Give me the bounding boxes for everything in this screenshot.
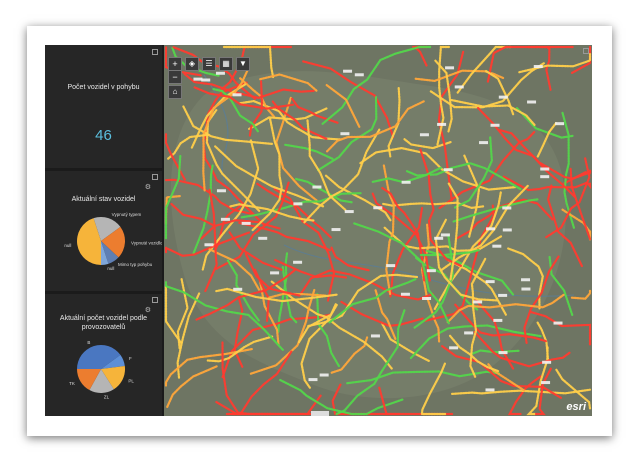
vehicle-marker bbox=[434, 236, 444, 240]
basemap-button[interactable]: ▦ bbox=[219, 57, 233, 71]
vehicle-marker bbox=[312, 185, 322, 189]
vehicle-marker bbox=[473, 300, 483, 304]
vehicle-marker bbox=[270, 271, 280, 275]
vehicle-marker bbox=[498, 351, 508, 355]
home-button[interactable]: ⌂ bbox=[168, 85, 182, 99]
vehicle-marker bbox=[319, 373, 329, 377]
vehicle-marker bbox=[485, 280, 495, 284]
vehicle-marker bbox=[216, 189, 226, 193]
vehicle-marker bbox=[308, 378, 318, 382]
zoom-in-button[interactable]: + bbox=[168, 57, 182, 71]
vehicle-marker bbox=[502, 228, 512, 232]
operator-pie-chart: B F PL ZL TK bbox=[69, 340, 134, 400]
pie-label: TK bbox=[69, 381, 75, 386]
vehicle-marker bbox=[492, 244, 502, 248]
vehicle-marker bbox=[479, 141, 489, 145]
vehicle-marker bbox=[232, 93, 242, 97]
vehicle-marker bbox=[258, 236, 268, 240]
map-canvas[interactable] bbox=[164, 45, 592, 416]
vehicle-marker bbox=[443, 168, 453, 172]
maximize-icon[interactable] bbox=[152, 49, 158, 55]
panel-vehicles-moving: Počet vozidel v pohybu 46 bbox=[45, 45, 162, 168]
vehicle-marker bbox=[344, 210, 354, 214]
vehicle-marker bbox=[437, 122, 447, 126]
filter-button[interactable]: ▼ bbox=[236, 57, 250, 71]
pie-label: Mimo typ pohybu bbox=[118, 262, 153, 267]
vehicle-marker bbox=[527, 100, 537, 104]
vehicle-marker bbox=[204, 243, 214, 247]
layers-button[interactable]: ◈ bbox=[185, 57, 199, 71]
dashboard: Počet vozidel v pohybu 46 ⚙ Aktuální sta… bbox=[45, 45, 592, 416]
vehicle-marker bbox=[373, 206, 383, 210]
status-pie-chart: null Vypnutý typem Vypnuté vozidlo Mimo typ… bbox=[64, 212, 162, 271]
vehicle-marker bbox=[502, 206, 512, 210]
vehicle-marker bbox=[521, 278, 531, 282]
vehicle-marker bbox=[386, 264, 396, 268]
vehicle-marker bbox=[419, 133, 429, 137]
vehicle-marker bbox=[454, 85, 464, 89]
vehicle-marker bbox=[193, 77, 203, 81]
esri-logo: esri bbox=[566, 401, 586, 413]
moving-count: 46 bbox=[95, 127, 112, 144]
vehicle-marker bbox=[201, 78, 211, 82]
panel-title: Počet vozidel v pohybu bbox=[67, 84, 140, 91]
vehicle-marker bbox=[422, 296, 432, 300]
panel-vehicles-by-operator: ⚙ Aktuální počet vozidel podle provozova… bbox=[45, 294, 162, 416]
pie-label: F bbox=[129, 356, 132, 361]
pie-label: B bbox=[87, 340, 90, 345]
vehicle-marker bbox=[486, 227, 496, 231]
vehicle-marker bbox=[533, 65, 543, 69]
vehicle-marker bbox=[485, 388, 495, 392]
legend-button[interactable]: ☰ bbox=[202, 57, 216, 71]
vehicle-marker bbox=[370, 334, 380, 338]
vehicle-marker bbox=[331, 228, 341, 232]
panel-vehicle-status: ⚙ Aktuální stav vozidel null Vypnutý type… bbox=[45, 171, 162, 291]
vehicle-marker bbox=[340, 132, 350, 136]
vehicle-marker bbox=[490, 123, 500, 127]
vehicle-marker bbox=[354, 73, 364, 77]
vehicle-marker bbox=[400, 292, 410, 296]
vehicle-marker bbox=[498, 95, 508, 99]
vehicle-marker bbox=[449, 346, 459, 350]
vehicle-marker bbox=[464, 331, 474, 335]
vehicle-marker bbox=[493, 318, 503, 322]
vehicle-marker bbox=[293, 260, 303, 264]
vehicle-marker bbox=[541, 381, 551, 385]
vehicle-marker bbox=[220, 217, 230, 221]
vehicle-marker bbox=[498, 293, 508, 297]
pie-label: ZL bbox=[104, 394, 110, 399]
maximize-icon[interactable] bbox=[583, 48, 589, 54]
vehicle-marker bbox=[426, 269, 436, 273]
pie-label: null bbox=[64, 243, 71, 248]
pie-label: PL bbox=[128, 378, 134, 383]
vehicle-marker bbox=[293, 202, 303, 206]
vehicle-marker bbox=[343, 69, 353, 73]
vehicle-marker bbox=[401, 180, 411, 184]
pie-label: Vypnutý typem bbox=[112, 212, 142, 217]
vehicle-marker bbox=[440, 233, 450, 237]
pie-label: null bbox=[107, 266, 114, 271]
pie-label: Vypnuté vozidlo bbox=[131, 240, 162, 245]
vehicle-marker bbox=[233, 287, 243, 291]
vehicle-marker bbox=[555, 122, 565, 126]
vehicle-marker bbox=[553, 321, 563, 325]
vehicle-marker bbox=[540, 167, 550, 171]
vehicle-marker bbox=[542, 360, 552, 364]
vehicle-marker bbox=[540, 175, 550, 179]
vehicle-marker bbox=[215, 71, 225, 75]
vehicle-marker bbox=[241, 221, 251, 225]
map-view[interactable]: + − ⌂ ◈ ☰ ▦ ▼ esri bbox=[164, 45, 592, 416]
vehicle-marker bbox=[521, 287, 531, 291]
expand-tab[interactable] bbox=[311, 411, 329, 416]
vehicle-marker bbox=[445, 66, 455, 70]
zoom-out-button[interactable]: − bbox=[168, 70, 182, 84]
